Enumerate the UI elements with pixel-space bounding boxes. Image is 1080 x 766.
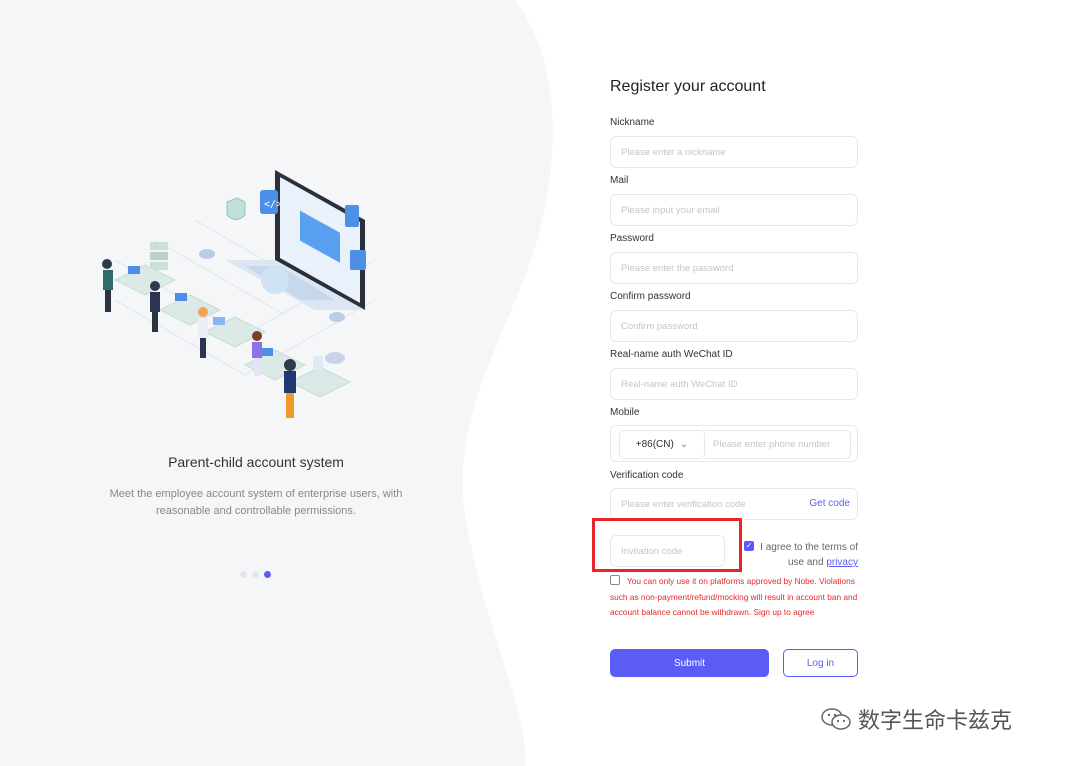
wechat-label: Real-name auth WeChat ID [610, 349, 733, 360]
agree-terms-text: I agree to the terms of use and privacy [758, 540, 858, 570]
password-input[interactable] [610, 252, 858, 284]
laptop-graphic [225, 170, 365, 310]
submit-button[interactable]: Submit [610, 649, 769, 677]
wechat-icon [821, 708, 851, 730]
privacy-link[interactable]: privacy [826, 557, 858, 568]
country-code-value: +86(CN) [635, 439, 674, 450]
password-label: Password [610, 233, 654, 244]
left-panel-title: Parent-child account system [168, 454, 344, 470]
form-title: Register your account [610, 78, 766, 95]
mail-label: Mail [610, 175, 629, 186]
carousel-dot-active[interactable] [264, 571, 271, 578]
warning-text: You can only use it on platforms approve… [610, 576, 858, 617]
team-illustration: </> [102, 170, 376, 418]
verification-field: Get code [610, 488, 858, 520]
carousel-dots [240, 571, 271, 578]
verification-label: Verification code [610, 470, 684, 481]
carousel-dot[interactable] [240, 571, 247, 578]
wechat-id-input[interactable] [610, 368, 858, 400]
svg-text:</>: </> [264, 199, 282, 210]
confirm-password-label: Confirm password [610, 291, 691, 302]
country-code-select[interactable]: +86(CN) ⌄ [619, 430, 705, 459]
login-button[interactable]: Log in [783, 649, 858, 677]
mobile-field: +86(CN) ⌄ [610, 425, 858, 462]
carousel-dot[interactable] [252, 571, 259, 578]
nickname-label: Nickname [610, 117, 655, 128]
watermark: 数字生命卡兹克 [820, 703, 1012, 735]
nickname-input[interactable] [610, 136, 858, 168]
invitation-code-input[interactable] [610, 535, 725, 567]
watermark-text: 数字生命卡兹克 [858, 709, 1013, 734]
agree-checkbox[interactable]: ✓ [744, 541, 754, 551]
chevron-down-icon: ⌄ [679, 439, 689, 450]
register-page: </> Parent-child account system Meet the… [0, 0, 1080, 766]
confirm-password-input[interactable] [610, 310, 858, 342]
get-code-button[interactable]: Get code [809, 498, 850, 509]
phone-input[interactable] [705, 430, 851, 459]
email-input[interactable] [610, 194, 858, 226]
left-panel-description: Meet the employee account system of ente… [109, 488, 403, 517]
mobile-label: Mobile [610, 407, 640, 418]
